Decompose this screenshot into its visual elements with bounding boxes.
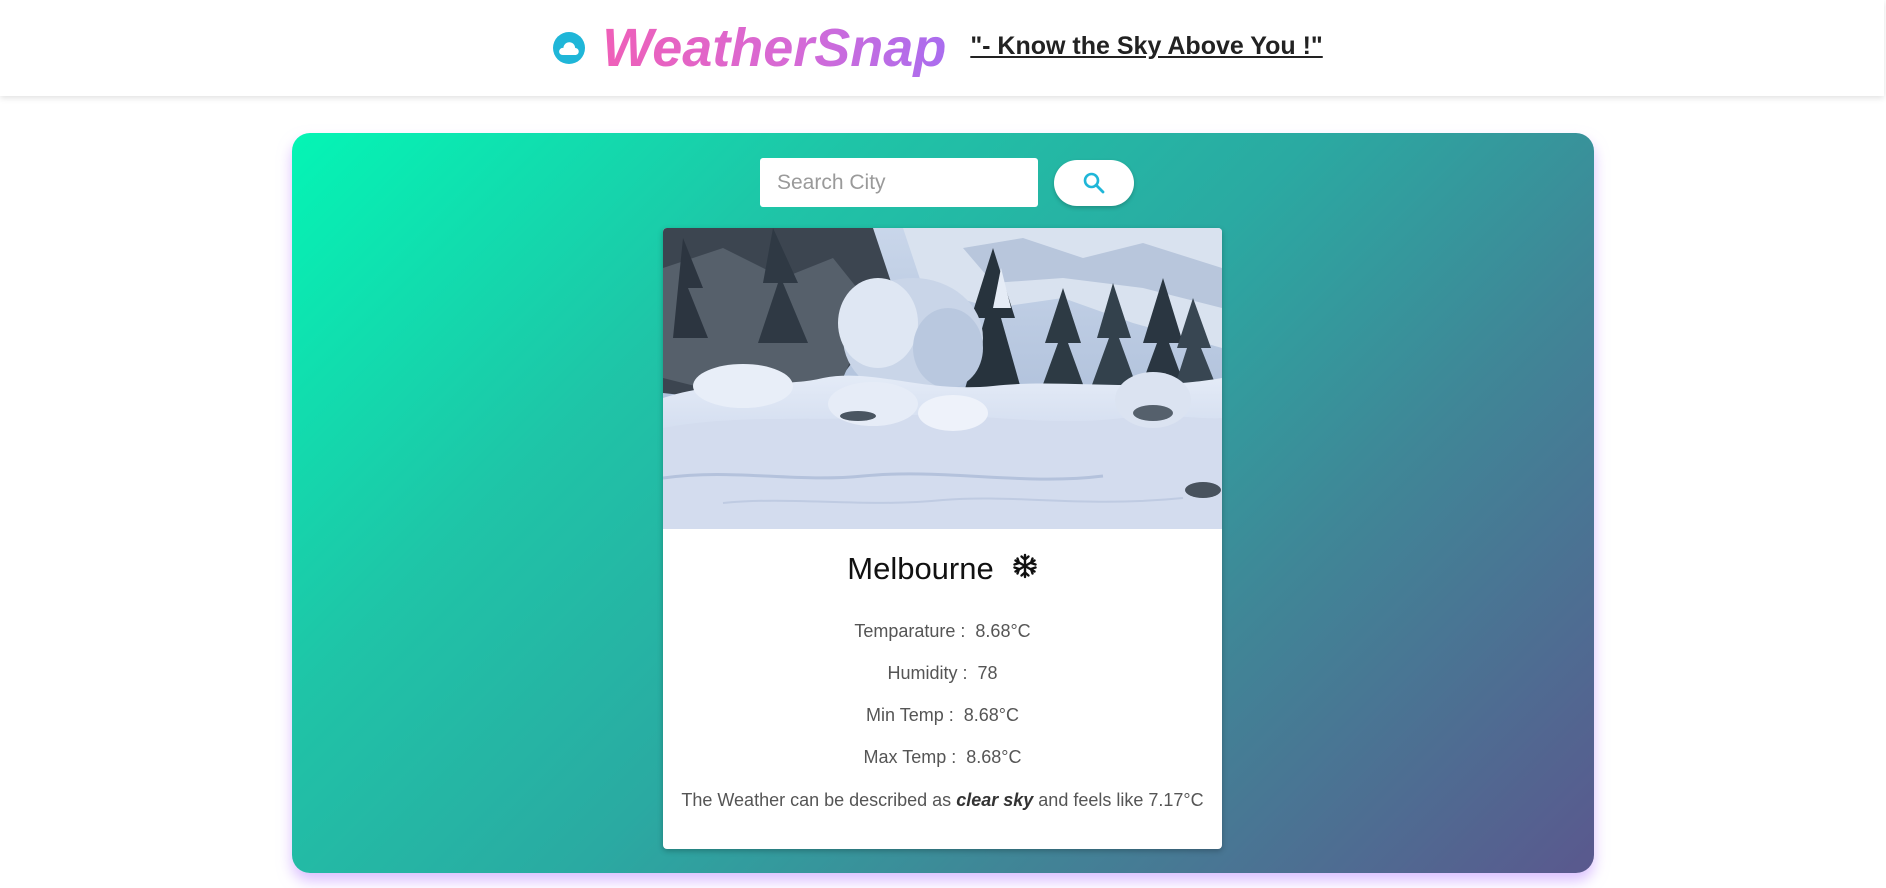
brand: WeatherSnap "- Know the Sky Above You !" — [553, 18, 1323, 78]
weather-image — [663, 228, 1222, 529]
description-condition: clear sky — [956, 790, 1034, 810]
search-bar — [292, 158, 1594, 207]
weather-details: Melbourne Temparature: 8.68°C Humidity … — [663, 549, 1222, 822]
max-temp-row: Max Temp : 8.68°C — [663, 736, 1222, 778]
weather-description: The Weather can be described as clear sk… — [663, 778, 1222, 822]
brand-title: WeatherSnap — [602, 18, 952, 78]
max-temp-label: Max Temp : — [863, 747, 957, 767]
temperature-row: Temparature : 8.68°C — [663, 610, 1222, 652]
description-suffix: and feels like — [1038, 790, 1144, 810]
city-name: Melbourne — [847, 551, 994, 586]
search-button[interactable] — [1054, 159, 1134, 206]
top-header: WeatherSnap "- Know the Sky Above You !" — [0, 0, 1884, 96]
city-row: Melbourne — [663, 549, 1222, 589]
tagline: "- Know the Sky Above You !" — [970, 31, 1323, 60]
search-input[interactable] — [760, 158, 1038, 207]
feels-like-value: 7.17°C — [1148, 790, 1204, 810]
humidity-row: Humidity : 78 — [663, 652, 1222, 694]
weather-card: Melbourne Temparature: 8.68°C Humidity … — [663, 228, 1222, 849]
min-temp-row: Min Temp : 8.68°C — [663, 694, 1222, 736]
max-temp-value: 8.68°C — [966, 747, 1022, 767]
cloud-icon — [553, 32, 586, 64]
humidity-label: Humidity : — [887, 663, 968, 683]
snowflake-icon — [1012, 553, 1038, 579]
temperature-value: 8.68°C — [975, 621, 1031, 641]
description-prefix: The Weather can be described as — [681, 790, 952, 810]
min-temp-label: Min Temp : — [866, 705, 954, 725]
min-temp-value: 8.68°C — [963, 705, 1019, 725]
temperature-label: Temparature : — [854, 621, 966, 641]
search-icon — [1082, 171, 1106, 195]
weather-panel: Melbourne — [292, 133, 1594, 873]
humidity-value: 78 — [977, 663, 998, 683]
